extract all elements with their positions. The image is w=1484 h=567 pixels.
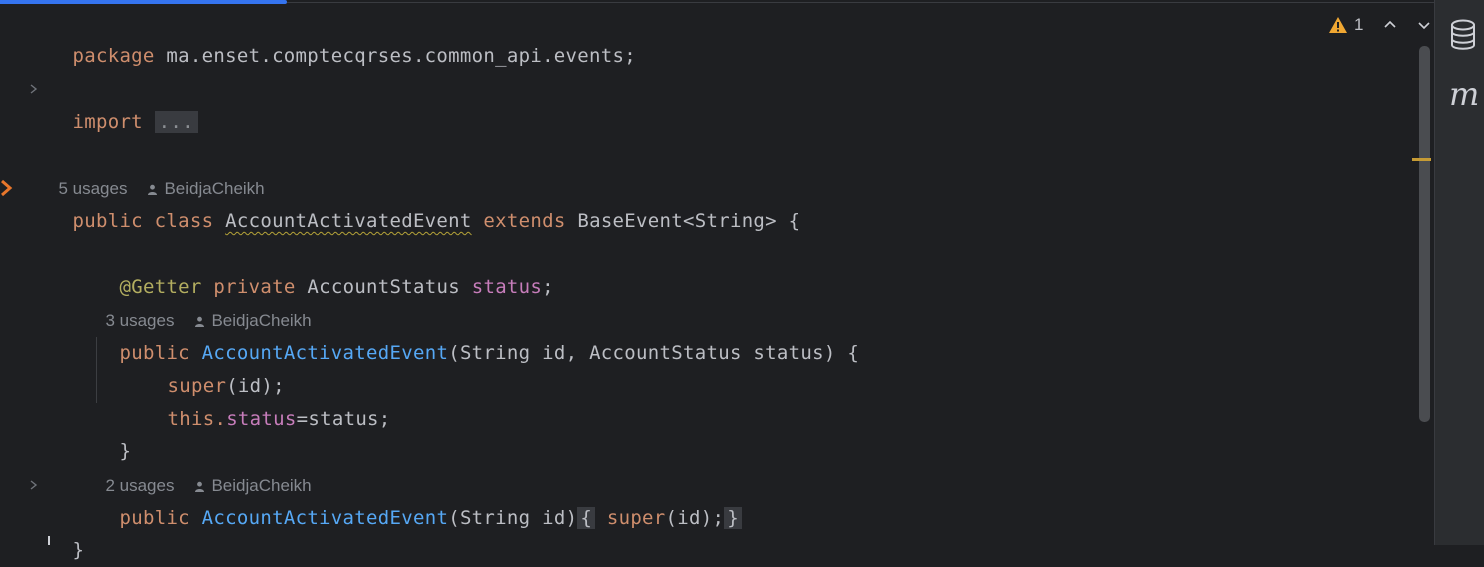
code-line-field[interactable]: @Getter private AccountStatus status; bbox=[96, 238, 554, 298]
fold-chevron-right-icon[interactable] bbox=[27, 83, 39, 95]
keyword-class: class bbox=[154, 210, 214, 232]
vertical-scrollbar[interactable] bbox=[1419, 46, 1430, 422]
class-name[interactable]: AccountActivatedEvent bbox=[225, 210, 472, 232]
code-line-constructor1[interactable]: public AccountActivatedEvent(String id, … bbox=[96, 304, 859, 364]
close-brace: } bbox=[72, 539, 85, 561]
warning-count: 1 bbox=[1354, 15, 1364, 34]
constructor-params: (String id, AccountStatus status) { bbox=[448, 342, 860, 364]
keyword-super: super bbox=[606, 507, 666, 529]
code-line-import[interactable]: import ... bbox=[49, 73, 198, 133]
folded-brace-open[interactable]: { bbox=[577, 507, 596, 529]
chevron-down-icon[interactable] bbox=[1417, 18, 1431, 32]
constructor-params: (String id) bbox=[448, 507, 578, 529]
class-usages-hint[interactable]: 5 usages BeidjaCheikh bbox=[49, 139, 264, 198]
keyword-package: package bbox=[72, 45, 155, 67]
code-line-class-declaration[interactable]: public class AccountActivatedEvent exten… bbox=[49, 172, 800, 232]
folded-imports[interactable]: ... bbox=[154, 111, 198, 133]
editor-gutter bbox=[0, 0, 44, 545]
code-line-constructor2[interactable]: public AccountActivatedEvent(String id){… bbox=[96, 469, 742, 529]
code-line-class-close[interactable]: } bbox=[49, 501, 84, 561]
field-name[interactable]: status bbox=[472, 276, 542, 298]
text-caret bbox=[48, 536, 50, 545]
folded-brace-close[interactable]: } bbox=[724, 507, 742, 529]
fold-chevron-right-icon[interactable] bbox=[27, 479, 39, 491]
database-icon[interactable] bbox=[1449, 19, 1477, 51]
folded-body: (id); bbox=[665, 507, 725, 529]
assign-rest: =status; bbox=[296, 408, 391, 430]
keyword-public: public bbox=[72, 210, 143, 232]
package-name: ma.enset.comptecqrses.common_api.events; bbox=[166, 45, 636, 67]
keyword-this: this. bbox=[167, 408, 227, 430]
code-line-ctor1-close[interactable]: } bbox=[96, 402, 131, 462]
chevron-up-icon[interactable] bbox=[1383, 18, 1397, 32]
inspection-widget[interactable]: 1 bbox=[1328, 14, 1431, 36]
warning-triangle-icon bbox=[1329, 17, 1347, 33]
keyword-extends: extends bbox=[483, 210, 566, 232]
keyword-public: public bbox=[119, 507, 190, 529]
ctor2-usages-hint[interactable]: 2 usages BeidjaCheikh bbox=[96, 436, 311, 495]
constructor-name[interactable]: AccountActivatedEvent bbox=[202, 507, 449, 529]
semicolon: ; bbox=[542, 276, 554, 298]
ctor1-usages-hint[interactable]: 3 usages BeidjaCheikh bbox=[96, 271, 311, 330]
field-ref[interactable]: status bbox=[226, 408, 296, 430]
keyword-import: import bbox=[72, 111, 143, 133]
field-type[interactable]: AccountStatus bbox=[307, 276, 460, 298]
progress-bar bbox=[0, 0, 287, 4]
open-brace: { bbox=[788, 210, 801, 232]
warning-stripe-marker[interactable] bbox=[1412, 158, 1431, 161]
editor-top-border bbox=[287, 2, 1434, 3]
parent-type[interactable]: BaseEvent<String> bbox=[577, 210, 777, 232]
indent-guide bbox=[96, 337, 97, 403]
code-line-package[interactable]: package ma.enset.comptecqrses.common_api… bbox=[49, 7, 636, 67]
maven-m-icon[interactable]: m bbox=[1449, 74, 1479, 114]
implementation-marker-icon[interactable] bbox=[0, 178, 14, 198]
code-line-super-call[interactable]: super(id); bbox=[144, 337, 285, 397]
code-line-assign[interactable]: this.status=status; bbox=[144, 370, 391, 430]
